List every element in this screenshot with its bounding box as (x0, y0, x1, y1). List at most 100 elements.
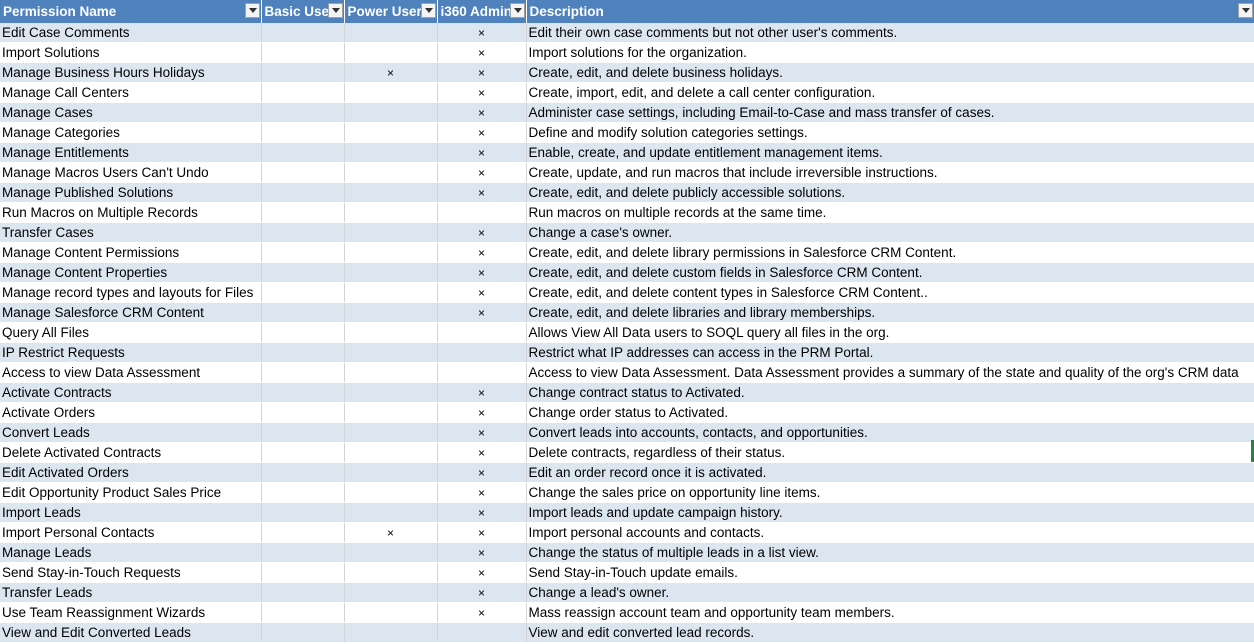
cell-basic-user[interactable] (261, 82, 345, 103)
cell-permission-name[interactable]: Manage Call Centers (0, 82, 262, 103)
cell-i360-admin[interactable] (437, 622, 527, 643)
cell-description[interactable]: Change a case's owner. (526, 222, 1254, 243)
cell-basic-user[interactable] (261, 182, 345, 203)
cell-power-user[interactable] (344, 622, 438, 643)
cell-power-user[interactable] (344, 102, 438, 123)
cell-description[interactable]: Create, edit, and delete libraries and l… (526, 302, 1254, 323)
cell-basic-user[interactable] (261, 562, 345, 583)
cell-i360-admin[interactable]: × (437, 382, 527, 403)
cell-i360-admin[interactable]: × (437, 23, 527, 43)
cell-i360-admin[interactable]: × (437, 62, 527, 83)
cell-description[interactable]: Create, import, edit, and delete a call … (526, 82, 1254, 103)
cell-i360-admin[interactable]: × (437, 182, 527, 203)
cell-power-user[interactable]: × (344, 522, 438, 543)
cell-description[interactable]: Define and modify solution categories se… (526, 122, 1254, 143)
cell-i360-admin[interactable]: × (437, 102, 527, 123)
cell-power-user[interactable] (344, 362, 438, 383)
cell-permission-name[interactable]: IP Restrict Requests (0, 342, 262, 363)
cell-description[interactable]: Import solutions for the organization. (526, 42, 1254, 63)
cell-permission-name[interactable]: Run Macros on Multiple Records (0, 202, 262, 223)
cell-basic-user[interactable] (261, 102, 345, 123)
cell-permission-name[interactable]: Edit Activated Orders (0, 462, 262, 483)
cell-power-user[interactable] (344, 402, 438, 423)
cell-basic-user[interactable] (261, 262, 345, 283)
cell-permission-name[interactable]: Manage Leads (0, 542, 262, 563)
filter-dropdown-icon[interactable] (1237, 3, 1253, 18)
cell-description[interactable]: Change the status of multiple leads in a… (526, 542, 1254, 563)
cell-basic-user[interactable] (261, 402, 345, 423)
cell-description[interactable]: Run macros on multiple records at the sa… (526, 202, 1254, 223)
filter-dropdown-icon[interactable] (420, 3, 436, 18)
cell-basic-user[interactable] (261, 202, 345, 223)
cell-power-user[interactable] (344, 422, 438, 443)
cell-i360-admin[interactable]: × (437, 422, 527, 443)
cell-basic-user[interactable] (261, 142, 345, 163)
cell-permission-name[interactable]: Manage Content Permissions (0, 242, 262, 263)
cell-description[interactable]: Allows View All Data users to SOQL query… (526, 322, 1254, 343)
cell-basic-user[interactable] (261, 582, 345, 603)
cell-power-user[interactable] (344, 302, 438, 323)
cell-power-user[interactable] (344, 542, 438, 563)
header-basic-user[interactable]: Basic User (261, 0, 345, 23)
cell-permission-name[interactable]: Transfer Leads (0, 582, 262, 603)
cell-power-user[interactable] (344, 562, 438, 583)
cell-basic-user[interactable] (261, 622, 345, 643)
cell-power-user[interactable] (344, 442, 438, 463)
cell-permission-name[interactable]: Access to view Data Assessment (0, 362, 262, 383)
cell-description[interactable]: Access to view Data Assessment. Data Ass… (526, 362, 1254, 383)
cell-description[interactable]: Change a lead's owner. (526, 582, 1254, 603)
cell-i360-admin[interactable] (437, 322, 527, 343)
cell-description[interactable]: Create, update, and run macros that incl… (526, 162, 1254, 183)
cell-basic-user[interactable] (261, 222, 345, 243)
cell-permission-name[interactable]: Activate Orders (0, 402, 262, 423)
cell-i360-admin[interactable]: × (437, 402, 527, 423)
cell-i360-admin[interactable]: × (437, 582, 527, 603)
cell-permission-name[interactable]: Manage Cases (0, 102, 262, 123)
cell-i360-admin[interactable] (437, 362, 527, 383)
cell-i360-admin[interactable]: × (437, 142, 527, 163)
cell-permission-name[interactable]: Convert Leads (0, 422, 262, 443)
cell-basic-user[interactable] (261, 442, 345, 463)
cell-description[interactable]: Edit their own case comments but not oth… (526, 23, 1254, 43)
cell-basic-user[interactable] (261, 282, 345, 303)
cell-basic-user[interactable] (261, 382, 345, 403)
cell-description[interactable]: Create, edit, and delete business holida… (526, 62, 1254, 83)
cell-description[interactable]: Change contract status to Activated. (526, 382, 1254, 403)
header-i360-admin[interactable]: i360 Admin (437, 0, 527, 23)
cell-power-user[interactable] (344, 42, 438, 63)
cell-description[interactable]: Change the sales price on opportunity li… (526, 482, 1254, 503)
cell-basic-user[interactable] (261, 362, 345, 383)
cell-description[interactable]: Import leads and update campaign history… (526, 502, 1254, 523)
cell-power-user[interactable] (344, 382, 438, 403)
cell-i360-admin[interactable]: × (437, 262, 527, 283)
cell-i360-admin[interactable]: × (437, 462, 527, 483)
cell-basic-user[interactable] (261, 23, 345, 43)
cell-permission-name[interactable]: Manage Categories (0, 122, 262, 143)
cell-description[interactable]: Convert leads into accounts, contacts, a… (526, 422, 1254, 443)
cell-basic-user[interactable] (261, 242, 345, 263)
cell-power-user[interactable] (344, 262, 438, 283)
cell-i360-admin[interactable]: × (437, 162, 527, 183)
cell-permission-name[interactable]: Manage Content Properties (0, 262, 262, 283)
cell-power-user[interactable] (344, 222, 438, 243)
cell-power-user[interactable] (344, 202, 438, 223)
cell-i360-admin[interactable]: × (437, 302, 527, 323)
cell-permission-name[interactable]: Import Leads (0, 502, 262, 523)
cell-permission-name[interactable]: Manage Salesforce CRM Content (0, 302, 262, 323)
cell-power-user[interactable] (344, 82, 438, 103)
cell-basic-user[interactable] (261, 522, 345, 543)
cell-permission-name[interactable]: Manage Macros Users Can't Undo (0, 162, 262, 183)
cell-i360-admin[interactable]: × (437, 282, 527, 303)
cell-i360-admin[interactable]: × (437, 442, 527, 463)
cell-basic-user[interactable] (261, 602, 345, 623)
cell-basic-user[interactable] (261, 322, 345, 343)
cell-power-user[interactable] (344, 142, 438, 163)
cell-permission-name[interactable]: Edit Case Comments (0, 23, 262, 43)
cell-basic-user[interactable] (261, 342, 345, 363)
cell-power-user[interactable] (344, 462, 438, 483)
cell-description[interactable]: Import personal accounts and contacts. (526, 522, 1254, 543)
cell-power-user[interactable] (344, 482, 438, 503)
cell-power-user[interactable]: × (344, 62, 438, 83)
cell-basic-user[interactable] (261, 122, 345, 143)
cell-basic-user[interactable] (261, 42, 345, 63)
